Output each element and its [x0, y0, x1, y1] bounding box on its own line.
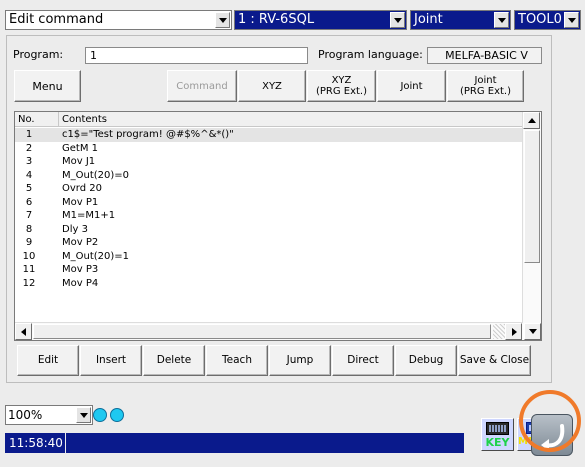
- tool-dropdown[interactable]: TOOL0: [514, 10, 581, 30]
- zoom-dropdown[interactable]: 100%: [5, 405, 93, 425]
- scroll-up-button[interactable]: [523, 112, 540, 129]
- xyz-button[interactable]: XYZ: [238, 70, 306, 102]
- row-no: 3: [25, 156, 33, 167]
- robot-dropdown-value: 1 : RV-6SQL: [238, 12, 315, 27]
- program-label: Program:: [13, 48, 64, 61]
- row-no: 7: [25, 210, 33, 221]
- row-no: 9: [25, 237, 33, 248]
- joint-button[interactable]: Joint: [377, 70, 446, 102]
- status-led-icon: [110, 408, 124, 422]
- arrow-left-icon: [21, 328, 26, 336]
- scroll-track: [493, 324, 505, 339]
- row-contents: M_Out(20)=0: [62, 169, 130, 181]
- row-contents: M_Out(20)=1: [62, 250, 130, 262]
- clock: 11:58:40: [5, 433, 65, 453]
- jog-mode-dropdown[interactable]: Joint: [410, 10, 511, 30]
- table-header: No. Contents: [15, 112, 523, 127]
- status-led-icon: [93, 408, 107, 422]
- horizontal-scroll-thumb[interactable]: [33, 324, 491, 339]
- vertical-scrollbar[interactable]: [522, 112, 541, 324]
- row-no: 8: [25, 223, 33, 235]
- program-language-label: Program language:: [318, 48, 423, 61]
- table-row[interactable]: 6 Mov P1: [15, 196, 523, 210]
- scroll-right-button[interactable]: [505, 323, 522, 340]
- debug-button[interactable]: Debug: [395, 345, 457, 376]
- row-contents: GetM 1: [62, 142, 98, 154]
- table-row[interactable]: 9 Mov P2: [15, 236, 523, 250]
- robot-dropdown[interactable]: 1 : RV-6SQL: [234, 10, 407, 30]
- delete-button[interactable]: Delete: [143, 345, 205, 376]
- table-row[interactable]: 3 Mov J1: [15, 155, 523, 169]
- keyboard-icon: [486, 422, 509, 435]
- row-no: 2: [25, 142, 33, 154]
- menu-button[interactable]: Menu: [14, 70, 81, 102]
- table-row[interactable]: 2 GetM 1: [15, 142, 523, 156]
- row-contents: Mov J1: [62, 156, 96, 167]
- chevron-down-icon[interactable]: [494, 12, 509, 28]
- top-bar: Edit command 1 : RV-6SQL Joint TOOL0: [0, 0, 585, 30]
- key-button[interactable]: KEY: [481, 418, 514, 451]
- arrow-right-icon: [512, 328, 517, 336]
- program-language-field: MELFA-BASIC V: [427, 47, 542, 64]
- key-label: KEY: [485, 436, 510, 449]
- scroll-left-button[interactable]: [15, 323, 32, 340]
- table-rows: 1 c1$="Test program! @#$%^&*()" 2 GetM 1 3…: [15, 128, 523, 322]
- joint-ext-button[interactable]: Joint (PRG Ext.): [447, 70, 524, 102]
- chevron-down-icon[interactable]: [215, 12, 230, 28]
- row-no: 10: [22, 250, 36, 262]
- jog-mode-value: Joint: [414, 12, 443, 27]
- table-row[interactable]: 12 Mov P4: [15, 277, 523, 291]
- row-no: 6: [25, 196, 33, 208]
- column-no: No.: [15, 112, 59, 127]
- direct-button[interactable]: Direct: [332, 345, 394, 376]
- chevron-down-icon[interactable]: [76, 407, 91, 423]
- program-table[interactable]: No. Contents 1 c1$="Test program! @#$%^&*…: [14, 111, 542, 341]
- row-contents: Mov P1: [62, 196, 99, 208]
- row-no: 4: [25, 169, 33, 181]
- vertical-scroll-thumb[interactable]: [524, 130, 540, 263]
- row-no: 11: [22, 264, 36, 275]
- row-contents: Mov P2: [62, 237, 99, 248]
- row-contents: Mov P4: [62, 277, 99, 289]
- arrow-down-icon: [529, 329, 537, 334]
- mode-dropdown[interactable]: Edit command: [5, 10, 232, 30]
- chevron-down-icon[interactable]: [390, 12, 405, 28]
- table-row[interactable]: 4 M_Out(20)=0: [15, 169, 523, 183]
- table-row[interactable]: 7 M1=M1+1: [15, 209, 523, 223]
- tool-dropdown-value: TOOL0: [518, 12, 562, 27]
- zoom-value: 100%: [8, 408, 43, 422]
- scroll-down-button[interactable]: [524, 323, 541, 340]
- table-row[interactable]: 5 Ovrd 20: [15, 182, 523, 196]
- mode-dropdown-value: Edit command: [9, 12, 104, 27]
- edit-button[interactable]: Edit: [17, 345, 79, 376]
- row-no: 5: [25, 183, 33, 194]
- table-row[interactable]: 8 Dly 3: [15, 223, 523, 237]
- horizontal-scrollbar[interactable]: [15, 322, 523, 340]
- status-bar: [66, 433, 464, 453]
- save-close-button[interactable]: Save & Close: [458, 345, 531, 376]
- program-name-field[interactable]: 1: [85, 47, 308, 64]
- row-contents: Ovrd 20: [62, 183, 102, 194]
- insert-button[interactable]: Insert: [80, 345, 142, 376]
- arrow-up-icon: [528, 118, 536, 123]
- table-row[interactable]: 10 M_Out(20)=1: [15, 250, 523, 264]
- column-contents: Contents: [62, 114, 107, 125]
- command-button[interactable]: Command: [167, 70, 237, 102]
- table-row[interactable]: 1 c1$="Test program! @#$%^&*()": [15, 128, 523, 142]
- table-row[interactable]: 11 Mov P3: [15, 263, 523, 277]
- row-contents: Mov P3: [62, 264, 99, 275]
- xyz-ext-button[interactable]: XYZ (PRG Ext.): [307, 70, 376, 102]
- row-no: 1: [25, 129, 33, 140]
- teach-button[interactable]: Teach: [206, 345, 268, 376]
- chevron-down-icon[interactable]: [564, 12, 579, 28]
- row-contents: c1$="Test program! @#$%^&*()": [62, 129, 234, 140]
- jump-button[interactable]: Jump: [269, 345, 331, 376]
- row-contents: Dly 3: [62, 223, 88, 235]
- row-contents: M1=M1+1: [62, 210, 116, 221]
- row-no: 12: [22, 277, 36, 289]
- highlight-circle: [519, 390, 581, 452]
